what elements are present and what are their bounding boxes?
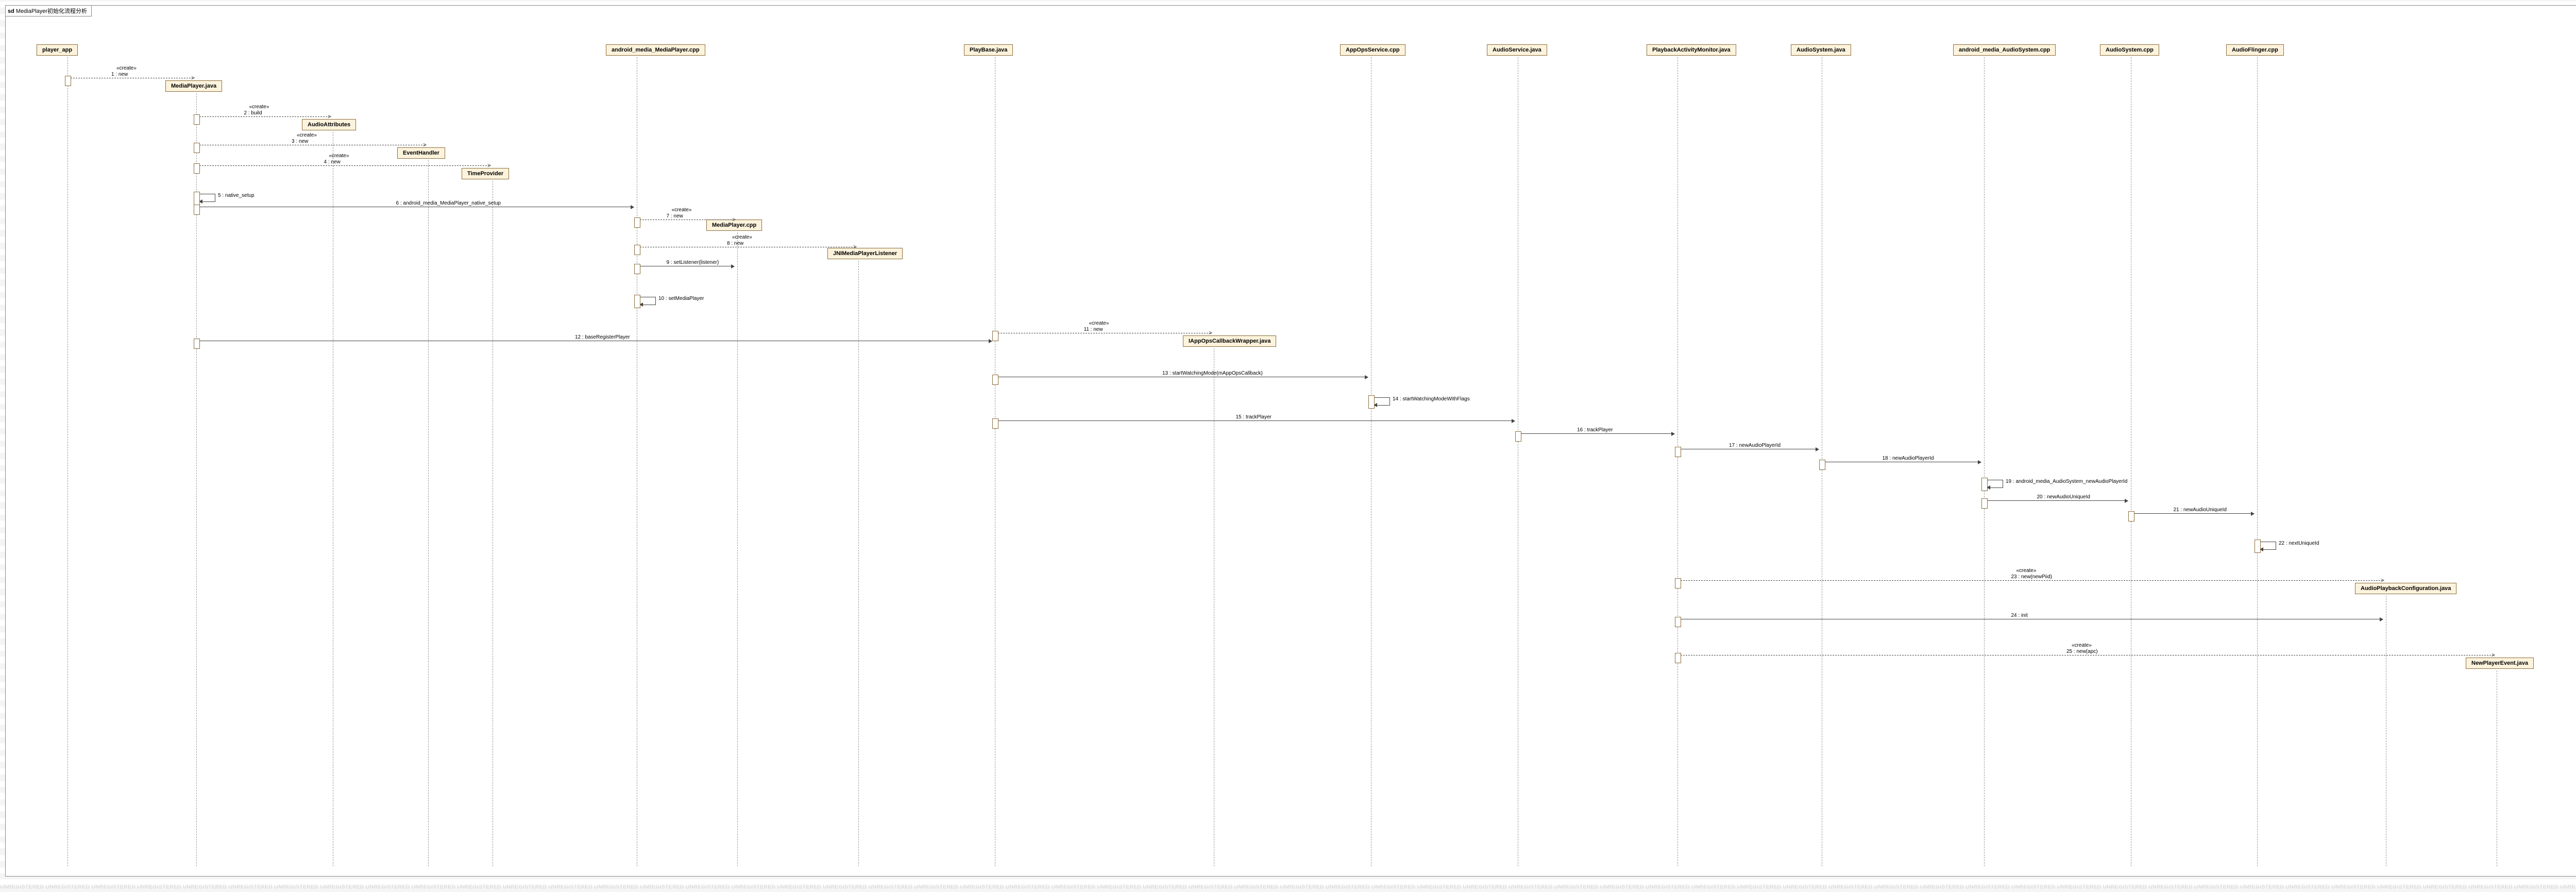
diagram-canvas: player_app MediaPlayer.java AudioAttribute…: [6, 6, 2576, 876]
message-label-7: 7 : new: [667, 213, 683, 219]
lifeline-EventHandler: [428, 160, 429, 866]
message-21: [2134, 513, 2254, 514]
lifeline-head-AudioPlaybackConfiguration_java: AudioPlaybackConfiguration.java: [2355, 583, 2456, 594]
sequence-frame: sd MediaPlayer初始化流程分析 player_appMediaPla…: [5, 5, 2576, 877]
activation-from-3: [194, 143, 200, 153]
lifeline-head-JNIMediaPlayerListener: JNIMediaPlayerListener: [827, 248, 903, 259]
message-stereo-25: «create»: [2072, 643, 2092, 648]
message-label-9: 9 : setListener(listener): [667, 260, 719, 265]
activation-5: [194, 192, 200, 205]
watermark-row: UNREGISTERED UNREGISTERED UNREGISTERED U…: [0, 884, 2576, 890]
lifeline-head-android_media_MediaPlayer_cpp: android_media_MediaPlayer.cpp: [606, 44, 705, 56]
lifeline-head-AudioSystem_java: AudioSystem.java: [1791, 44, 1851, 56]
activation-from-4: [194, 163, 200, 174]
message-stereo-11: «create»: [1089, 321, 1109, 326]
lifeline-head-AudioService_java: AudioService.java: [1487, 44, 1547, 56]
message-label-25: 25 : new(apc): [2066, 649, 2098, 654]
message-label-24: 24 : init: [2011, 613, 2028, 618]
lifeline-JNIMediaPlayerListener: [858, 261, 859, 866]
lifeline-head-IAppOpsCallbackWrapper_java: IAppOpsCallbackWrapper.java: [1183, 335, 1276, 347]
message-label-14: 14 : startWatchingModeWithFlags: [1393, 396, 1470, 402]
lifeline-PlaybackActivityMonitor_java: [1677, 57, 1678, 866]
message-stereo-8: «create»: [732, 234, 752, 240]
message-label-3: 3 : new: [292, 139, 308, 144]
lifeline-head-AudioSystem_cpp: AudioSystem.cpp: [2100, 44, 2159, 56]
activation-22: [2255, 540, 2261, 553]
lifeline-AudioFlinger_cpp: [2257, 57, 2258, 866]
activation-from-13: [992, 375, 998, 385]
activation-from-17: [1675, 447, 1681, 457]
message-label-16: 16 : trackPlayer: [1577, 427, 1613, 433]
activation-from-2: [194, 114, 200, 125]
message-label-13: 13 : startWatchingMode(mAppOpsCallback): [1162, 371, 1263, 376]
lifeline-head-EventHandler: EventHandler: [397, 147, 445, 159]
lifeline-head-PlayBase_java: PlayBase.java: [964, 44, 1013, 56]
activation-from-7: [634, 217, 640, 228]
message-label-11: 11 : new: [1084, 327, 1103, 332]
message-2: [199, 116, 330, 117]
activation-from-8: [634, 245, 640, 255]
lifeline-head-MediaPlayer_java: MediaPlayer.java: [165, 80, 222, 92]
activation-from-21: [2128, 511, 2134, 521]
activation-from-11: [992, 331, 998, 341]
message-label-22: 22 : nextUniqueId: [2279, 541, 2319, 546]
message-label-12: 12 : baseRegisterPlayer: [575, 334, 630, 340]
lifeline-head-AppOpsService_cpp: AppOpsService.cpp: [1340, 44, 1405, 56]
lifeline-head-AudioFlinger_cpp: AudioFlinger.cpp: [2226, 44, 2284, 56]
message-label-6: 6 : android_media_MediaPlayer_native_set…: [396, 200, 501, 206]
message-label-23: 23 : new(newPiid): [2011, 574, 2052, 580]
message-stereo-7: «create»: [672, 207, 692, 213]
message-20: [1987, 500, 2128, 501]
lifeline-head-player_app: player_app: [37, 44, 78, 56]
message-label-21: 21 : newAudioUniqueId: [2174, 507, 2227, 513]
activation-from-12: [194, 339, 200, 349]
message-23: [1681, 580, 2383, 581]
lifeline-player_app: [67, 57, 68, 866]
message-label-18: 18 : newAudioPlayerId: [1883, 456, 1934, 461]
lifeline-head-AudioAttributes: AudioAttributes: [302, 119, 356, 130]
message-14: [1374, 397, 1390, 406]
message-stereo-1: «create»: [116, 65, 137, 71]
activation-from-24: [1675, 617, 1681, 627]
activation-14: [1368, 395, 1375, 409]
message-19: [1987, 480, 2003, 488]
message-label-4: 4 : new: [324, 159, 341, 165]
activation-from-6: [194, 205, 200, 215]
message-22: [2260, 542, 2276, 550]
activation-19: [1981, 478, 1988, 491]
activation-from-25: [1675, 653, 1681, 663]
lifeline-head-NewPlayerEvent_java: NewPlayerEvent.java: [2466, 658, 2534, 669]
message-5: [199, 194, 215, 202]
lifeline-MediaPlayer_cpp: [737, 232, 738, 866]
activation-from-20: [1981, 498, 1988, 509]
message-label-20: 20 : newAudioUniqueId: [2037, 494, 2090, 500]
message-stereo-3: «create»: [297, 132, 317, 138]
lifeline-android_media_AudioSystem_cpp: [1984, 57, 1985, 866]
activation-from-18: [1819, 460, 1825, 470]
message-stereo-2: «create»: [249, 104, 269, 110]
message-label-8: 8 : new: [727, 241, 743, 246]
activation-from-9: [634, 264, 640, 274]
message-stereo-23: «create»: [2016, 568, 2037, 574]
message-15: [998, 420, 1515, 421]
message-10: [640, 297, 656, 305]
activation-from-16: [1515, 431, 1521, 442]
activation-10: [634, 295, 640, 308]
message-4: [199, 165, 489, 166]
message-label-5: 5 : native_setup: [218, 193, 255, 198]
message-label-2: 2 : build: [244, 110, 262, 116]
message-stereo-4: «create»: [329, 153, 349, 159]
message-label-1: 1 : new: [111, 72, 128, 77]
message-16: [1521, 433, 1674, 434]
message-label-17: 17 : newAudioPlayerId: [1729, 443, 1781, 448]
message-label-15: 15 : trackPlayer: [1236, 414, 1272, 420]
lifeline-head-android_media_AudioSystem_cpp: android_media_AudioSystem.cpp: [1953, 44, 2056, 56]
message-label-19: 19 : android_media_AudioSystem_newAudioP…: [2006, 479, 2127, 484]
activation-from-1: [65, 76, 71, 86]
activation-from-23: [1675, 578, 1681, 588]
lifeline-head-PlaybackActivityMonitor_java: PlaybackActivityMonitor.java: [1647, 44, 1736, 56]
message-label-10: 10 : setMediaPlayer: [658, 296, 704, 301]
lifeline-head-TimeProvider: TimeProvider: [462, 168, 509, 179]
activation-from-15: [992, 418, 998, 429]
